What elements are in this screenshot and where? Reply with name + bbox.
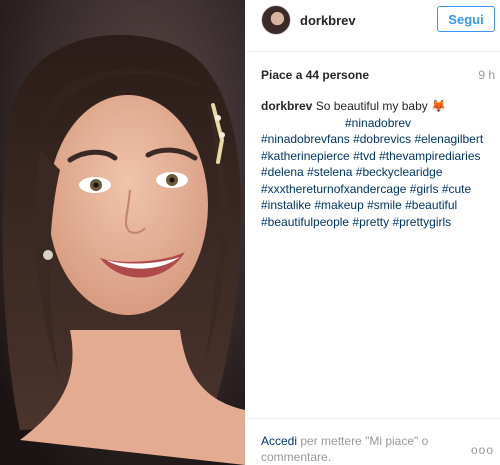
post-footer: Accedi per mettere "Mi piace" o commenta… <box>245 418 500 465</box>
likes-row: Piace a 44 persone 9 h <box>261 68 495 84</box>
login-link[interactable]: Accedi <box>261 434 297 448</box>
hashtag[interactable]: #beautifulpeople <box>261 215 349 229</box>
caption-text: So beautiful my baby 🦊 <box>315 99 447 113</box>
post-time: 9 h <box>478 68 495 82</box>
hashtag[interactable]: #dobrevics <box>353 132 411 146</box>
hashtag[interactable]: #thevampirediaries <box>379 149 480 163</box>
hashtag[interactable]: #smile <box>367 198 402 212</box>
caption-author[interactable]: dorkbrev <box>261 99 312 113</box>
hashtag[interactable]: #xxxthereturnofxandercage <box>261 182 406 196</box>
hashtag[interactable]: #katherinepierce <box>261 149 350 163</box>
follow-button[interactable]: Segui <box>437 6 495 32</box>
hashtag[interactable]: #elenagilbert <box>414 132 483 146</box>
avatar[interactable] <box>261 5 291 35</box>
hashtag[interactable]: #pretty <box>352 215 389 229</box>
likes-count[interactable]: Piace a 44 persone <box>261 68 369 82</box>
hashtag[interactable]: #beautiful <box>405 198 457 212</box>
hashtag[interactable]: #instalike <box>261 198 311 212</box>
hashtag[interactable]: #ninadobrev <box>345 116 411 130</box>
hashtag[interactable]: #stelena <box>307 165 352 179</box>
hashtag[interactable]: #makeup <box>314 198 363 212</box>
portrait-image <box>0 0 245 465</box>
hashtag[interactable]: #prettygirls <box>392 215 451 229</box>
hashtag[interactable]: #beckyclearidge <box>356 165 443 179</box>
hashtag[interactable]: #cute <box>442 182 471 196</box>
post-photo <box>0 0 245 465</box>
hashtag[interactable]: #girls <box>410 182 439 196</box>
caption: dorkbrev So beautiful my baby 🦊 #ninadob… <box>261 98 497 230</box>
post-header: dorkbrev Segui <box>245 0 500 52</box>
hashtag[interactable]: #delena <box>261 165 304 179</box>
hashtag[interactable]: #ninadobrevfans <box>261 132 350 146</box>
login-prompt: Accedi per mettere "Mi piace" o commenta… <box>261 433 461 465</box>
post-details-panel: dorkbrev Segui Piace a 44 persone 9 h do… <box>245 0 500 465</box>
username[interactable]: dorkbrev <box>300 13 356 28</box>
hashtag[interactable]: #tvd <box>353 149 376 163</box>
more-options-icon[interactable]: ooo <box>471 443 494 457</box>
